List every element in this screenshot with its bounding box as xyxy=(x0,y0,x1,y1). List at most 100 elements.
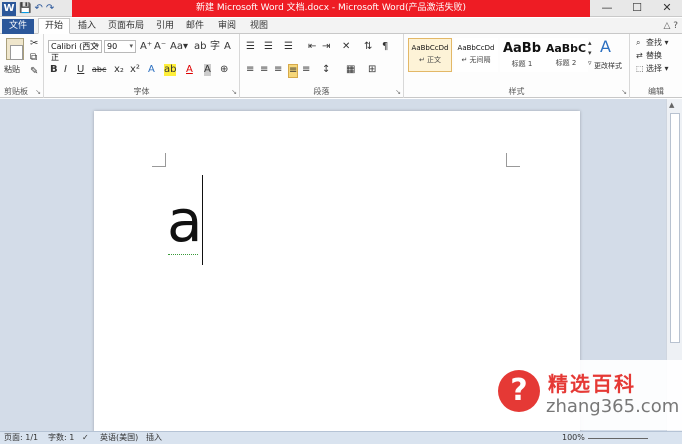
decrease-indent-icon[interactable]: ⇤ xyxy=(308,41,316,53)
distributed-icon[interactable]: ≡ xyxy=(302,64,310,76)
save-icon[interactable]: 💾 xyxy=(19,2,31,16)
select-button[interactable]: 选择 ▾ xyxy=(646,63,669,75)
borders-icon[interactable]: ⊞ xyxy=(368,64,376,76)
numbering-icon[interactable]: ☰ xyxy=(264,41,273,53)
select-icon[interactable]: ⬚ xyxy=(636,63,644,75)
format-painter-icon[interactable]: ✎ xyxy=(30,66,38,78)
grow-font-icon[interactable]: A⁺ xyxy=(140,41,152,53)
scroll-thumb[interactable] xyxy=(670,113,680,343)
title-bar: W 💾 ↶ ↷ 新建 Microsoft Word 文档.docx - Micr… xyxy=(0,0,682,17)
font-name-box[interactable]: Calibri (西文正 ▾ xyxy=(48,40,102,62)
font-size-box[interactable]: 90 ▾ xyxy=(104,40,136,53)
style-no-spacing[interactable]: AaBbCcDd ↵ 无间隔 xyxy=(454,38,498,72)
word-logo-icon[interactable]: W xyxy=(2,1,16,16)
font-launcher-icon[interactable]: ↘ xyxy=(231,88,237,96)
change-case-icon[interactable]: Aa▾ xyxy=(170,41,188,53)
align-left-icon[interactable]: ≡ xyxy=(246,64,254,76)
shading-icon[interactable]: ▦ xyxy=(346,64,355,76)
styles-scroll-icon[interactable]: ▴ ▾ ▿ xyxy=(588,38,592,68)
justify-icon[interactable]: ≡ xyxy=(288,64,299,78)
ribbon-help-controls[interactable]: △ ? xyxy=(663,18,678,34)
highlight-icon[interactable]: ab xyxy=(164,64,177,76)
find-icon[interactable]: ⌕ xyxy=(636,37,640,49)
ribbon-tabs: 文件 开始 插入 页面布局 引用 邮件 审阅 视图 △ ? xyxy=(0,18,682,34)
tab-mailings[interactable]: 邮件 xyxy=(180,18,210,34)
align-center-icon[interactable]: ≡ xyxy=(260,64,268,76)
find-button[interactable]: 查找 ▾ xyxy=(646,37,669,49)
proofing-icon[interactable]: ✓ xyxy=(82,432,89,444)
site-watermark: ? 精选百科 zhang365.com xyxy=(476,360,682,430)
tab-page-layout[interactable]: 页面布局 xyxy=(102,18,150,34)
text-effects-icon[interactable]: A xyxy=(148,64,155,76)
style-name: 标题 1 xyxy=(511,60,533,68)
change-styles-icon[interactable]: A xyxy=(600,38,611,56)
watermark-site: zhang365.com xyxy=(546,396,680,417)
underline-button[interactable]: U xyxy=(77,64,84,76)
document-text[interactable]: a xyxy=(167,181,203,261)
style-heading-1[interactable]: AaBb 标题 1 xyxy=(500,38,544,72)
paragraph-launcher-icon[interactable]: ↘ xyxy=(395,88,401,96)
line-spacing-icon[interactable]: ↕ xyxy=(322,64,330,76)
scroll-up-icon[interactable]: ▲ xyxy=(669,101,674,109)
italic-button[interactable]: I xyxy=(64,64,67,76)
shrink-font-icon[interactable]: A⁻ xyxy=(154,41,166,53)
style-preview: AaBbCcDd xyxy=(457,44,495,52)
status-words[interactable]: 字数: 1 xyxy=(48,432,74,444)
style-name: ↵ 无间隔 xyxy=(461,56,491,64)
tab-references[interactable]: 引用 xyxy=(150,18,180,34)
redo-icon[interactable]: ↷ xyxy=(46,2,54,16)
zoom-slider[interactable] xyxy=(588,438,648,439)
strikethrough-button[interactable]: abc xyxy=(92,64,106,76)
status-zoom[interactable]: 100% xyxy=(562,432,585,444)
font-color-icon[interactable]: A xyxy=(186,64,193,76)
bullets-icon[interactable]: ☰ xyxy=(246,41,255,53)
word-window: W 💾 ↶ ↷ 新建 Microsoft Word 文档.docx - Micr… xyxy=(0,0,682,444)
maximize-button[interactable]: ☐ xyxy=(622,0,652,17)
minimize-button[interactable]: — xyxy=(592,0,622,17)
phonetic-guide-icon[interactable]: 字 xyxy=(210,41,220,53)
superscript-button[interactable]: x² xyxy=(130,64,140,76)
margin-corner-top-left xyxy=(152,153,166,167)
tab-home[interactable]: 开始 xyxy=(38,18,71,34)
replace-icon[interactable]: ⇄ xyxy=(636,50,643,62)
replace-button[interactable]: 替换 xyxy=(646,50,662,62)
clear-format-icon[interactable]: ab xyxy=(194,41,206,53)
show-marks-icon[interactable]: ¶ xyxy=(382,41,388,53)
style-heading-2[interactable]: AaBbC 标题 2 xyxy=(544,38,588,72)
style-name: ↵ 正文 xyxy=(418,56,442,64)
margin-corner-top-right xyxy=(506,153,520,167)
enclose-char-icon[interactable]: ⊕ xyxy=(220,64,228,76)
paste-icon[interactable] xyxy=(6,38,24,60)
status-language[interactable]: 英语(美国) xyxy=(100,432,138,444)
clipboard-group: 粘贴 ✂ ⧉ ✎ 剪贴板 ↘ xyxy=(0,34,44,98)
bold-button[interactable]: B xyxy=(50,64,58,76)
chevron-down-icon: ▾ xyxy=(129,42,133,50)
char-border-icon[interactable]: A xyxy=(224,41,231,53)
tab-file[interactable]: 文件 xyxy=(2,19,34,34)
paste-button[interactable]: 粘贴 xyxy=(4,64,20,75)
close-button[interactable]: ✕ xyxy=(652,0,682,17)
style-normal[interactable]: AaBbCcDd ↵ 正文 xyxy=(408,38,452,72)
increase-indent-icon[interactable]: ⇥ xyxy=(322,41,330,53)
multilevel-list-icon[interactable]: ☰ xyxy=(284,41,293,53)
subscript-button[interactable]: x₂ xyxy=(114,64,124,76)
status-page[interactable]: 页面: 1/1 xyxy=(4,432,38,444)
copy-icon[interactable]: ⧉ xyxy=(30,52,37,64)
sort-icon[interactable]: ⇅ xyxy=(364,41,372,53)
tab-review[interactable]: 审阅 xyxy=(212,18,242,34)
status-mode[interactable]: 插入 xyxy=(146,432,162,444)
change-styles-button[interactable]: 更改样式 xyxy=(594,60,622,72)
clipboard-launcher-icon[interactable]: ↘ xyxy=(35,88,41,96)
undo-icon[interactable]: ↶ xyxy=(34,2,42,16)
cut-icon[interactable]: ✂ xyxy=(30,38,38,50)
style-preview: AaBbCcDd xyxy=(411,44,449,52)
align-right-icon[interactable]: ≡ xyxy=(274,64,282,76)
editing-group-label: 编辑 xyxy=(648,87,664,96)
chinese-layout-icon[interactable]: ✕ xyxy=(342,41,350,53)
tab-view[interactable]: 视图 xyxy=(244,18,274,34)
styles-launcher-icon[interactable]: ↘ xyxy=(621,88,627,96)
char-shading-icon[interactable]: A xyxy=(204,64,211,76)
watermark-brand: 精选百科 xyxy=(548,372,636,396)
tab-insert[interactable]: 插入 xyxy=(72,18,102,34)
window-controls: — ☐ ✕ xyxy=(592,0,682,17)
